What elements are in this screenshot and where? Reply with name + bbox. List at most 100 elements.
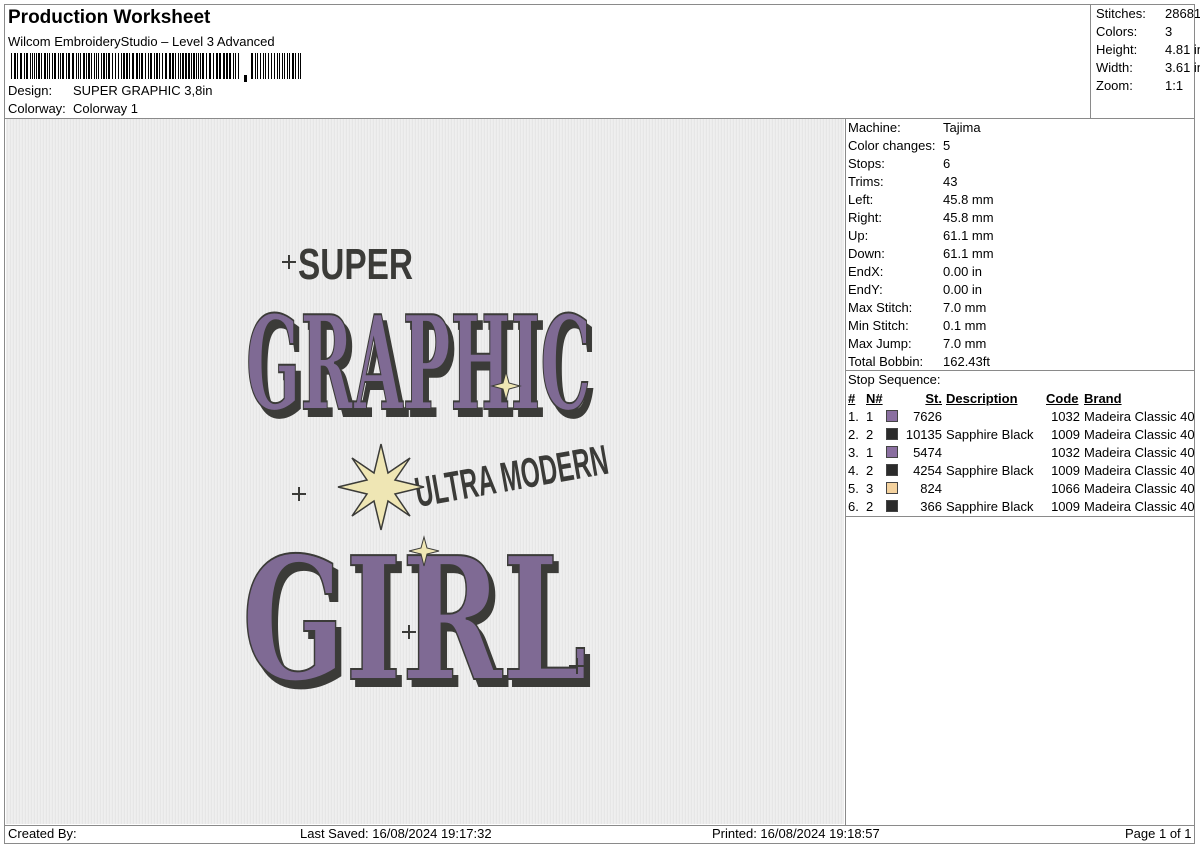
color-swatch-icon <box>886 481 898 494</box>
table-header-row: # N# St. Description Code Brand <box>846 389 1196 407</box>
stat-stitches: Stitches: 28681 <box>1096 6 1200 21</box>
col-header-brand: Brand <box>1084 390 1122 406</box>
star-large-icon <box>337 443 425 531</box>
table-row: 6. 2 366 Sapphire Black 1009 Madeira Classic … <box>846 497 1196 515</box>
worksheet-header: Production Worksheet Wilcom EmbroiderySt… <box>4 4 1091 118</box>
info-left: Left: 45.8 mm <box>848 192 994 207</box>
info-trims: Trims: 43 <box>848 174 958 189</box>
col-header-description: Description <box>946 390 1018 406</box>
thread-brand: Madeira Classic 40 <box>1084 498 1195 514</box>
info-color-changes: Color changes: 5 <box>848 138 951 153</box>
stats-panel: Stitches:28681 Colors:3 Height:4.81 in W… <box>1090 4 1200 118</box>
col-header-stitches: St. <box>925 390 942 406</box>
design-text-super: SUPER <box>298 240 413 289</box>
needle-number: 1 <box>866 408 874 424</box>
info-max-jump: Max Jump: 7.0 mm <box>848 336 987 351</box>
thread-code: 1009 <box>1051 498 1080 514</box>
table-row: 5. 3 824 1066 Madeira Classic 40 <box>846 479 1196 497</box>
footer-page-number: Page 1 of 1 <box>1125 826 1192 841</box>
design-text-ultra-modern: ULTRA MODERN <box>411 436 611 516</box>
thread-code: 1032 <box>1051 444 1080 460</box>
sequence-divider <box>845 516 1195 517</box>
table-row: 3. 1 5474 1032 Madeira Classic 40 <box>846 443 1196 461</box>
stat-colors: Colors: 3 <box>1096 24 1173 39</box>
color-swatch <box>886 425 902 443</box>
color-swatch <box>886 497 902 515</box>
thread-brand: Madeira Classic 40 <box>1084 426 1195 442</box>
table-row: 2. 2 10135 Sapphire Black 1009 Madeira Classi… <box>846 425 1196 443</box>
barcode <box>11 53 301 82</box>
stop-sequence-title: Stop Sequence: <box>848 372 941 387</box>
info-endy: EndY: 0.00 in <box>848 282 983 297</box>
info-right: Right: 45.8 mm <box>848 210 994 225</box>
thread-brand: Madeira Classic 40 <box>1084 480 1195 496</box>
col-header-needle: N# <box>866 390 883 406</box>
info-divider <box>845 370 1195 371</box>
row-number: 1. <box>848 408 859 424</box>
row-number: 5. <box>848 480 859 496</box>
design-preview: SUPER GRAPHIC ULTRA MODERN GIRL <box>6 119 844 824</box>
thread-code: 1066 <box>1051 480 1080 496</box>
thread-description <box>942 407 1046 425</box>
stitch-count: 5474 <box>913 444 942 460</box>
table-row: 1. 1 7626 1032 Madeira Classic 40 <box>846 407 1196 425</box>
row-number: 4. <box>848 462 859 478</box>
thread-code: 1032 <box>1051 408 1080 424</box>
stitch-count: 366 <box>920 498 942 514</box>
info-min-stitch: Min Stitch: 0.1 mm <box>848 318 987 333</box>
color-swatch-icon <box>886 427 898 440</box>
stat-height: Height:4.81 in <box>1096 42 1200 57</box>
color-swatch <box>886 479 902 497</box>
info-up: Up: 61.1 mm <box>848 228 994 243</box>
info-endx: EndX: 0.00 in <box>848 264 983 279</box>
stat-width: Width:3.61 in <box>1096 60 1200 75</box>
col-header-code: Code <box>1046 390 1079 406</box>
embroidery-design: SUPER GRAPHIC ULTRA MODERN GIRL <box>241 240 612 721</box>
needle-number: 1 <box>866 444 874 460</box>
colorway-label: Colorway: <box>8 101 66 116</box>
thread-code: 1009 <box>1051 426 1080 442</box>
thread-description: Sapphire Black <box>946 426 1034 442</box>
color-swatch <box>886 407 902 425</box>
footer-divider <box>4 825 1195 826</box>
page-title: Production Worksheet <box>8 7 211 28</box>
needle-number: 3 <box>866 480 874 496</box>
color-swatch-icon <box>886 409 898 422</box>
thread-brand: Madeira Classic 40 <box>1084 408 1195 424</box>
thread-description: Sapphire Black <box>946 498 1034 514</box>
info-total-bobbin: Total Bobbin: 162.43ft <box>848 354 990 369</box>
col-header-swatch <box>886 389 902 407</box>
thread-description <box>942 479 1046 497</box>
footer-printed: Printed: 16/08/2024 19:18:57 <box>712 826 880 841</box>
thread-description <box>942 443 1046 461</box>
needle-number: 2 <box>866 498 874 514</box>
stitch-count: 824 <box>920 480 942 496</box>
thread-description: Sapphire Black <box>946 462 1034 478</box>
info-machine: Machine: Tajima <box>848 120 981 135</box>
color-swatch <box>886 443 902 461</box>
info-down: Down: 61.1 mm <box>848 246 994 261</box>
stitch-count: 10135 <box>905 426 942 442</box>
row-number: 3. <box>848 444 859 460</box>
thread-code: 1009 <box>1051 462 1080 478</box>
software-subtitle: Wilcom EmbroideryStudio – Level 3 Advanc… <box>8 34 275 49</box>
info-max-stitch: Max Stitch: 7.0 mm <box>848 300 987 315</box>
color-swatch-icon <box>886 463 898 476</box>
design-text-graphic: GRAPHIC <box>246 287 591 440</box>
design-value: SUPER GRAPHIC 3,8in <box>73 83 213 98</box>
thread-brand: Madeira Classic 40 <box>1084 444 1195 460</box>
needle-number: 2 <box>866 462 874 478</box>
col-header-num: # <box>848 390 856 406</box>
stitch-count: 7626 <box>913 408 942 424</box>
stitch-count: 4254 <box>913 462 942 478</box>
color-swatch-icon <box>886 499 898 512</box>
needle-number: 2 <box>866 426 874 442</box>
color-swatch-icon <box>886 445 898 458</box>
color-swatch <box>886 461 902 479</box>
stop-sequence-table: # N# St. Description Code Brand 1. 1 7626 1… <box>846 389 1196 515</box>
footer-created-by: Created By: <box>8 826 77 841</box>
info-stops: Stops: 6 <box>848 156 951 171</box>
stat-zoom: Zoom: 1:1 <box>1096 78 1184 93</box>
colorway-value: Colorway 1 <box>73 101 139 116</box>
table-row: 4. 2 4254 Sapphire Black 1009 Madeira Classic… <box>846 461 1196 479</box>
